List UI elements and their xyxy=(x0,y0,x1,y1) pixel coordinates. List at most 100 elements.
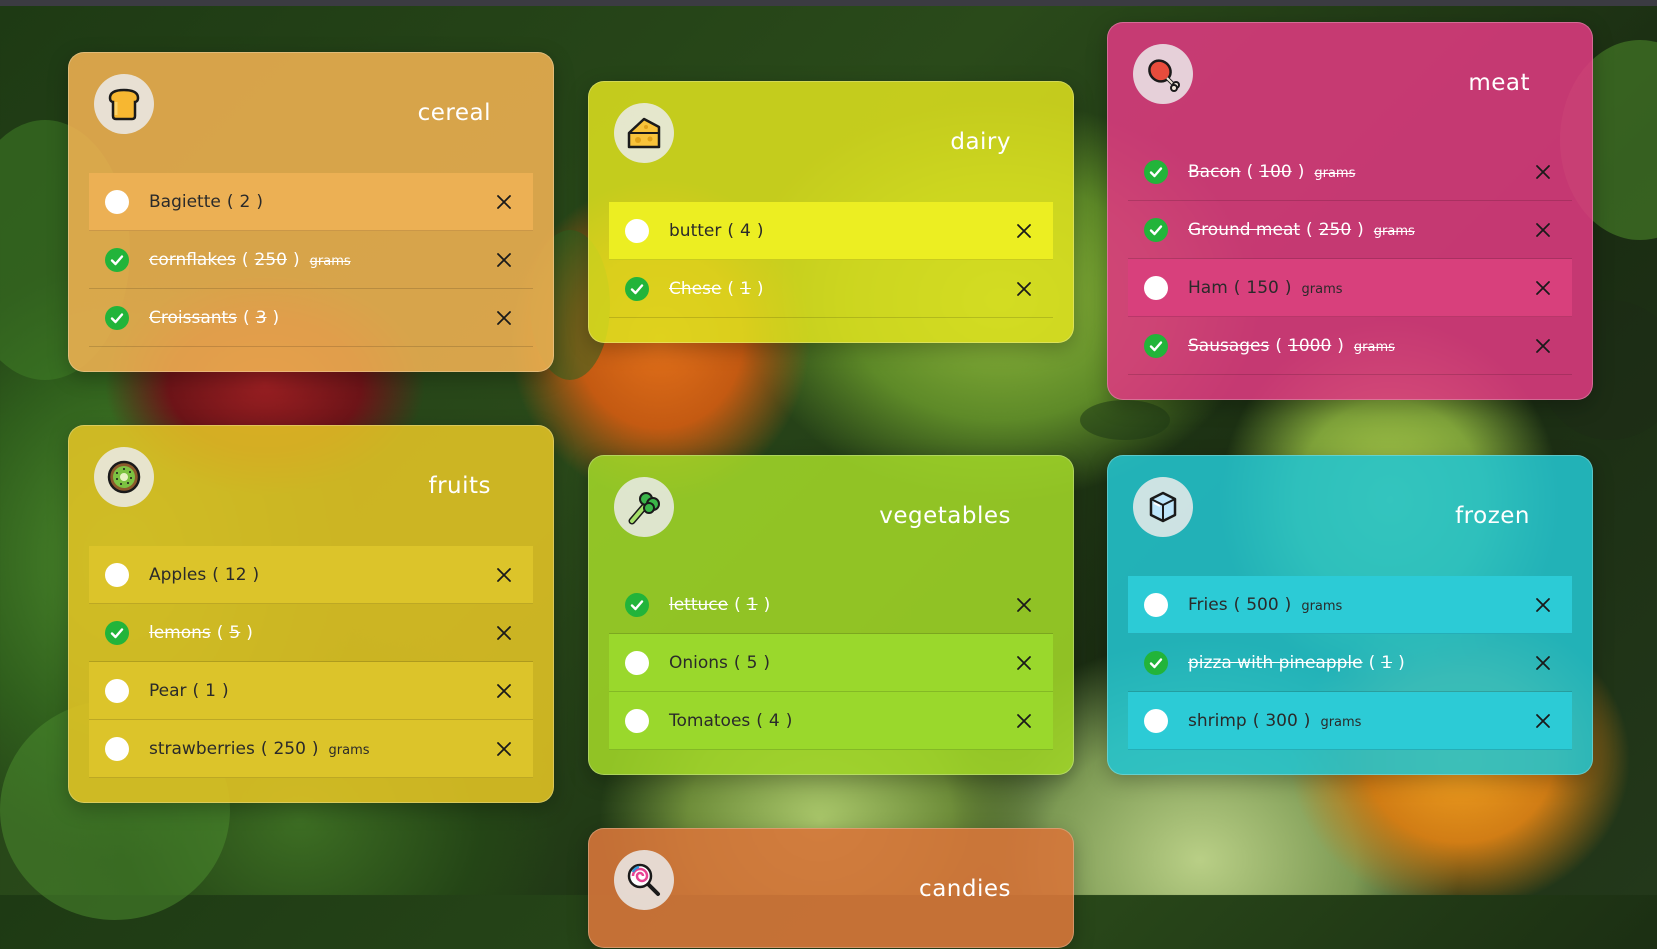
item-quantity: 150 xyxy=(1246,277,1279,298)
checkmark-icon xyxy=(1149,657,1163,668)
close-icon[interactable] xyxy=(1532,710,1554,732)
item-unit: grams xyxy=(328,742,370,758)
close-icon[interactable] xyxy=(493,249,515,271)
unchecked-checkbox[interactable] xyxy=(1144,708,1168,733)
list-item[interactable]: strawberries(250) grams xyxy=(89,720,533,778)
item-unit: grams xyxy=(1314,165,1356,181)
unchecked-checkbox[interactable] xyxy=(1144,592,1168,617)
list-item[interactable]: Fries(500) grams xyxy=(1128,576,1572,634)
list-item[interactable]: Onions(5) xyxy=(609,634,1053,692)
close-icon[interactable] xyxy=(1532,652,1554,674)
item-quantity: 5 xyxy=(746,652,758,673)
close-icon[interactable] xyxy=(493,738,515,760)
item-quantity: 250 xyxy=(273,738,306,759)
close-icon[interactable] xyxy=(1013,278,1035,300)
item-list: Fries(500) grams pizza with pineapple(1) sh… xyxy=(1128,576,1572,750)
item-quantity: 500 xyxy=(1246,594,1279,615)
unchecked-checkbox[interactable] xyxy=(625,650,649,675)
close-icon[interactable] xyxy=(1532,219,1554,241)
item-quantity: 300 xyxy=(1265,710,1298,731)
close-icon[interactable] xyxy=(493,564,515,586)
list-item[interactable]: Chese(1) xyxy=(609,260,1053,318)
list-item[interactable]: lettuce(1) xyxy=(609,576,1053,634)
checked-checkbox[interactable] xyxy=(1144,159,1168,184)
unchecked-checkbox[interactable] xyxy=(105,562,129,587)
list-item[interactable]: Croissants(3) xyxy=(89,289,533,347)
close-icon[interactable] xyxy=(1532,594,1554,616)
list-item[interactable]: Tomatoes(4) xyxy=(609,692,1053,750)
item-quantity: 4 xyxy=(740,220,751,241)
close-icon[interactable] xyxy=(493,680,515,702)
list-item[interactable]: cornflakes(250) grams xyxy=(89,231,533,289)
item-name: Pear xyxy=(149,680,187,701)
item-quantity: 1 xyxy=(205,680,216,701)
checked-checkbox[interactable] xyxy=(625,592,649,617)
item-name: Fries xyxy=(1188,594,1228,615)
list-item[interactable]: Ground meat(250) grams xyxy=(1128,201,1572,259)
item-list: Apples(12) lemons(5) Pear(1) strawberries(2… xyxy=(89,546,533,778)
card-header: meat xyxy=(1128,43,1572,143)
unchecked-checkbox[interactable] xyxy=(1144,275,1168,300)
unchecked-checkbox[interactable] xyxy=(105,736,129,761)
unchecked-checkbox[interactable] xyxy=(105,678,129,703)
checked-checkbox[interactable] xyxy=(105,247,129,272)
close-icon[interactable] xyxy=(1013,652,1035,674)
checked-checkbox[interactable] xyxy=(1144,217,1168,242)
card-title: meat xyxy=(1468,70,1530,96)
item-text: cornflakes(250) grams xyxy=(149,249,351,270)
close-icon[interactable] xyxy=(493,307,515,329)
close-icon[interactable] xyxy=(1013,710,1035,732)
close-icon[interactable] xyxy=(1013,220,1035,242)
item-unit: grams xyxy=(309,253,351,269)
list-item[interactable]: Sausages(1000) grams xyxy=(1128,317,1572,375)
list-item[interactable]: Bagiette(2) xyxy=(89,173,533,231)
meat-icon xyxy=(1133,44,1193,104)
window-top-bar xyxy=(0,0,1657,6)
item-text: Chese(1) xyxy=(669,278,764,299)
checked-checkbox[interactable] xyxy=(1144,650,1168,675)
list-item[interactable]: Ham(150) grams xyxy=(1128,259,1572,317)
list-item[interactable]: Apples(12) xyxy=(89,546,533,604)
list-item[interactable]: Bacon(100) grams xyxy=(1128,143,1572,201)
list-item[interactable]: lemons(5) xyxy=(89,604,533,662)
item-text: Pear(1) xyxy=(149,680,229,701)
checkmark-icon xyxy=(630,599,644,610)
checked-checkbox[interactable] xyxy=(105,305,129,330)
list-item[interactable]: pizza with pineapple(1) xyxy=(1128,634,1572,692)
item-quantity: 1 xyxy=(746,594,758,615)
item-text: Bagiette(2) xyxy=(149,191,263,212)
item-quantity: 12 xyxy=(224,564,247,585)
item-name: Tomatoes xyxy=(669,710,751,731)
close-icon[interactable] xyxy=(1532,161,1554,183)
unchecked-checkbox[interactable] xyxy=(625,708,649,733)
item-name: Ham xyxy=(1188,277,1228,298)
item-name: pizza with pineapple xyxy=(1188,652,1363,673)
close-icon[interactable] xyxy=(1532,277,1554,299)
list-item[interactable]: Pear(1) xyxy=(89,662,533,720)
close-icon[interactable] xyxy=(493,622,515,644)
close-icon[interactable] xyxy=(1013,594,1035,616)
item-text: pizza with pineapple(1) xyxy=(1188,652,1405,673)
checked-checkbox[interactable] xyxy=(625,276,649,301)
checked-checkbox[interactable] xyxy=(1144,333,1168,358)
list-item[interactable]: shrimp(300) grams xyxy=(1128,692,1572,750)
category-card-vegetables: vegetables lettuce(1) Onions(5) Tomatoes(4… xyxy=(588,455,1074,775)
list-item[interactable]: butter(4) xyxy=(609,202,1053,260)
close-icon[interactable] xyxy=(493,191,515,213)
card-header: dairy xyxy=(609,102,1053,202)
close-icon[interactable] xyxy=(1532,335,1554,357)
item-text: Apples(12) xyxy=(149,564,260,585)
unchecked-checkbox[interactable] xyxy=(625,218,649,243)
item-name: lettuce xyxy=(669,594,729,615)
item-text: Ham(150) grams xyxy=(1188,277,1343,298)
checkmark-icon xyxy=(1149,166,1163,177)
card-title: cereal xyxy=(417,100,491,126)
item-quantity: 2 xyxy=(239,191,251,212)
broccoli-icon xyxy=(614,477,674,537)
card-header: cereal xyxy=(89,73,533,173)
checked-checkbox[interactable] xyxy=(105,620,129,645)
item-text: Onions(5) xyxy=(669,652,771,673)
item-quantity: 250 xyxy=(1318,219,1352,240)
item-name: Ground meat xyxy=(1188,219,1301,240)
unchecked-checkbox[interactable] xyxy=(105,189,129,214)
